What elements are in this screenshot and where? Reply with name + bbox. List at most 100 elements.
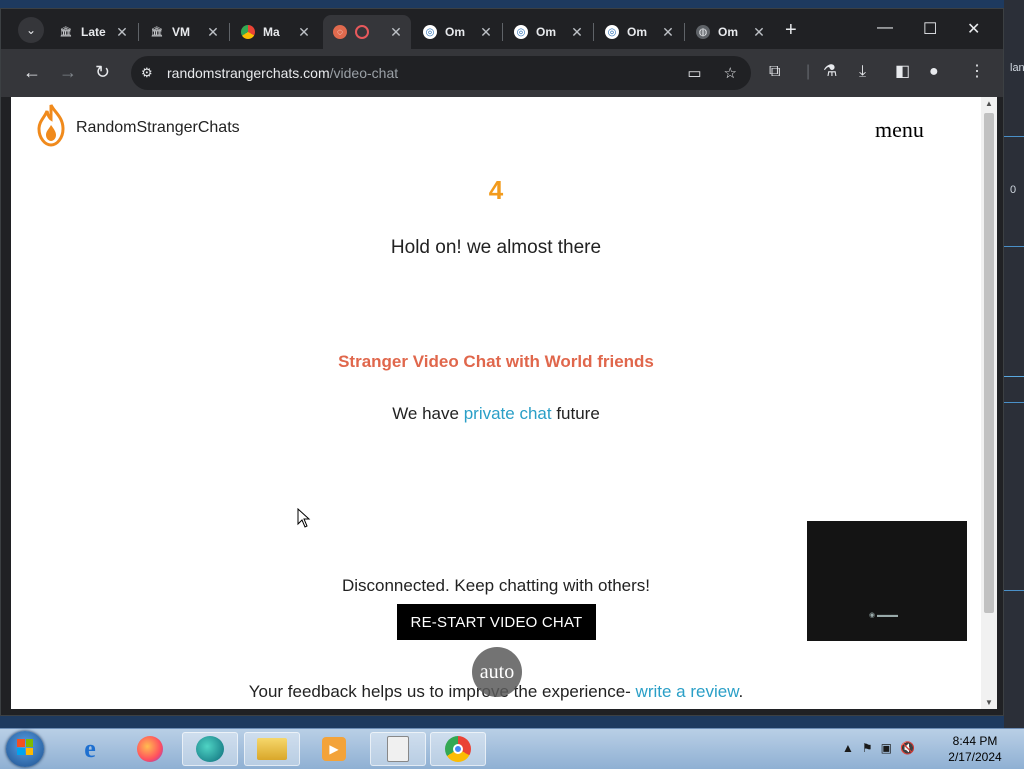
clock-date: 2/17/2024 [948,750,1002,764]
tab-late[interactable]: 🏛 Late ✕ [49,15,137,49]
close-tab-icon[interactable]: ✕ [387,24,405,41]
tab-title: Om [718,25,739,39]
taskbar: e ▶ ▲ ⚑ ▣ 🔇 8:44 PM 2/17/2024 [0,728,1024,769]
forward-icon[interactable]: → [59,63,77,81]
show-hidden-icons-icon[interactable]: ▲ [842,741,854,755]
profile-avatar-icon[interactable]: ● [929,63,939,81]
headline: Stranger Video Chat with World friends [338,352,654,371]
browser-toolbar: ← → ↻ ⚙ randomstrangerchats.com/video-ch… [1,49,1003,97]
firefox-icon[interactable] [122,732,178,766]
back-icon[interactable]: ← [23,63,41,81]
brand-name[interactable]: RandomStrangerChats [76,119,240,137]
tab-title: Om [445,25,466,39]
page-viewport: RandomStrangerChats menu 4 Hold on! we a… [11,97,981,709]
feedback-suffix: . [738,682,744,701]
tab-title: Late [81,25,106,39]
tab-active-recording[interactable]: ◌ ✕ [323,15,411,49]
chrome-icon[interactable] [430,732,486,766]
chevron-down-icon: ⌄ [25,23,37,37]
labs-flask-icon[interactable]: ⚗ [823,63,837,81]
volume-muted-icon[interactable]: 🔇 [900,741,915,755]
more-menu-icon[interactable]: ⋮ [969,63,985,81]
document-viewer-icon[interactable] [370,732,426,766]
desktop-glimpse-text: lan [1010,62,1024,74]
site-flame-icon: ◌ [333,25,347,39]
file-explorer-icon[interactable] [244,732,300,766]
address-url[interactable]: randomstrangerchats.com/video-chat [167,65,398,81]
action-center-flag-icon[interactable]: ⚑ [862,741,873,755]
chrome-app-icon [241,25,255,39]
feedback-prefix: Your feedback helps us to improve the ex… [248,682,636,701]
omegle-icon: ◎ [605,25,619,39]
media-player-icon[interactable]: ▶ [306,732,362,766]
tab-strip: ⌄ 🏛 Late ✕ 🏛 VM ✕ Ma ✕ ◌ ✕ ◎ Om ✕ ◎ Om ✕… [1,9,1003,49]
chat-app-icon[interactable] [182,732,238,766]
desktop-glimpse-text: 0 [1010,184,1017,196]
maximize-icon[interactable]: ☐ [923,19,937,39]
tab-title: Om [536,25,557,39]
close-tab-icon[interactable]: ✕ [477,24,495,41]
omegle-icon: ◎ [423,25,437,39]
close-tab-icon[interactable]: ✕ [659,24,677,41]
private-suffix: future [551,404,600,423]
auto-toggle-button[interactable]: auto [472,647,522,697]
camera-in-use-icon[interactable]: ▭ [687,64,701,82]
extensions-icon[interactable]: ⧉ [769,63,780,81]
building-icon: 🏛 [59,26,73,38]
bookmark-star-icon[interactable]: ☆ [724,64,737,82]
close-tab-icon[interactable]: ✕ [113,24,131,41]
start-button[interactable] [6,731,44,767]
write-review-link[interactable]: write a review [636,682,739,701]
tab-search-button[interactable]: ⌄ [18,17,44,43]
close-tab-icon[interactable]: ✕ [295,24,313,41]
download-icon[interactable]: ⤓ [859,63,866,81]
tab-title: Om [627,25,648,39]
network-icon[interactable]: ▣ [881,741,892,755]
close-tab-icon[interactable]: ✕ [204,24,222,41]
toolbar-separator: | [806,63,811,80]
close-tab-icon[interactable]: ✕ [750,24,768,41]
new-tab-button[interactable]: + [785,20,797,40]
scroll-up-icon[interactable]: ▲ [985,99,993,108]
tab-om-3[interactable]: ◎ Om ✕ [595,15,683,49]
windows-logo-icon [17,739,33,755]
tab-om-4[interactable]: ◍ Om ✕ [686,15,774,49]
tab-vm[interactable]: 🏛 VM ✕ [140,15,228,49]
desktop-background-glimpse: lan 0 [1004,0,1024,728]
private-prefix: We have [392,404,464,423]
tab-om-1[interactable]: ◎ Om ✕ [413,15,501,49]
url-path: /video-chat [329,65,399,81]
taskbar-clock[interactable]: 8:44 PM 2/17/2024 [940,733,1010,765]
browser-window: ⌄ 🏛 Late ✕ 🏛 VM ✕ Ma ✕ ◌ ✕ ◎ Om ✕ ◎ Om ✕… [0,8,1004,716]
building-icon: 🏛 [150,26,164,38]
restart-video-chat-button[interactable]: RE-START VIDEO CHAT [397,604,596,640]
scrollbar-thumb[interactable] [984,113,994,613]
private-chat-line: We have private chat future [11,404,981,424]
reload-icon[interactable]: ↻ [95,63,110,81]
close-window-icon[interactable]: ✕ [967,19,980,39]
system-tray: ▲ ⚑ ▣ 🔇 [842,741,915,755]
flame-logo-icon[interactable] [33,103,69,147]
menu-link[interactable]: menu [875,117,924,143]
internet-explorer-icon[interactable]: e [62,732,118,766]
globe-icon: ◍ [696,25,710,39]
side-panel-icon[interactable]: ◧ [895,63,910,81]
mouse-cursor-icon [297,508,311,528]
minimize-icon[interactable]: — [877,19,893,37]
page-scrollbar[interactable]: ▲ ▼ [981,97,997,709]
tab-title: Ma [263,25,280,39]
countdown-number: 4 [488,175,504,205]
hold-on-text: Hold on! we almost there [390,237,602,258]
url-host: randomstrangerchats.com [167,65,330,81]
clock-time: 8:44 PM [952,734,998,748]
tab-ma[interactable]: Ma ✕ [231,15,319,49]
private-chat-link[interactable]: private chat [464,404,552,423]
tab-om-2[interactable]: ◎ Om ✕ [504,15,592,49]
tab-title: VM [172,25,190,39]
recording-icon [355,25,369,39]
address-bar[interactable]: ⚙ randomstrangerchats.com/video-chat ▭ ☆ [131,56,751,90]
site-info-icon[interactable]: ⚙ [141,65,157,81]
video-watermark-icon: ◉ ▬▬▬ [869,612,899,619]
scroll-down-icon[interactable]: ▼ [985,698,993,707]
close-tab-icon[interactable]: ✕ [568,24,586,41]
